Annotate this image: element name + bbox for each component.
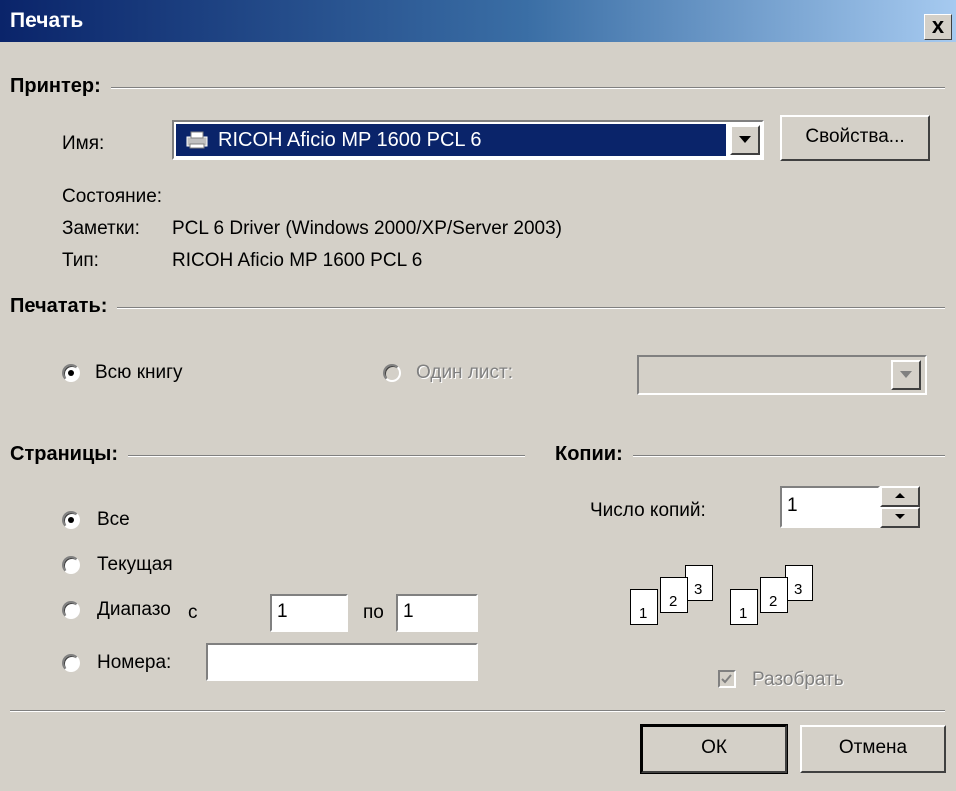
print-group-line: [10, 307, 945, 309]
copies-group-title: Копии:: [555, 443, 633, 466]
cancel-button-label: Отмена: [838, 737, 908, 758]
bottom-separator: [10, 710, 945, 712]
cancel-button[interactable]: Отмена: [800, 725, 946, 773]
printer-group-title: Принтер:: [10, 75, 111, 98]
title-bar[interactable]: Печать x: [0, 0, 956, 42]
properties-button[interactable]: Свойства...: [780, 115, 930, 161]
pages-current-label[interactable]: Текущая: [97, 554, 173, 576]
chevron-down-icon: [900, 371, 912, 378]
status-label: Состояние:: [62, 186, 163, 207]
whole-book-label[interactable]: Всю книгу: [95, 362, 183, 384]
sheet-select[interactable]: [637, 355, 927, 395]
sheet-dropdown-button[interactable]: [891, 360, 921, 390]
dialog-title: Печать: [10, 9, 84, 32]
print-group-title: Печатать:: [10, 295, 118, 318]
range-to-label: по: [363, 602, 384, 623]
type-value: RICOH Aficio MP 1600 PCL 6: [172, 250, 423, 271]
one-sheet-label[interactable]: Один лист:: [416, 362, 513, 384]
ok-button[interactable]: ОК: [640, 724, 788, 774]
chevron-down-icon: [739, 136, 751, 143]
printer-group-line: [10, 87, 945, 89]
chevron-up-icon: [895, 493, 905, 498]
collate-checkbox[interactable]: [718, 670, 736, 688]
pages-current-radio[interactable]: [62, 556, 80, 574]
printer-name-label: Имя:: [62, 133, 105, 154]
collate-label[interactable]: Разобрать: [752, 669, 844, 691]
close-button[interactable]: x: [924, 14, 952, 40]
copies-decrement-button[interactable]: [880, 507, 920, 528]
whole-book-radio[interactable]: [62, 364, 80, 382]
pages-all-radio[interactable]: [62, 511, 80, 529]
page-numbers-input[interactable]: [206, 643, 478, 681]
copies-count-input[interactable]: 1: [780, 486, 880, 528]
copies-count-value: 1: [787, 495, 798, 516]
one-sheet-radio[interactable]: [383, 364, 401, 382]
copies-increment-button[interactable]: [880, 486, 920, 507]
check-icon: [721, 674, 732, 684]
printer-dropdown-button[interactable]: [730, 125, 760, 155]
printer-select[interactable]: RICOH Aficio MP 1600 PCL 6: [172, 120, 764, 160]
printer-icon: [184, 130, 210, 150]
pages-range-label[interactable]: Диапазо: [97, 599, 171, 621]
properties-button-label: Свойства...: [805, 126, 905, 147]
copies-count-label: Число копий:: [590, 500, 706, 521]
type-label: Тип:: [62, 250, 99, 271]
chevron-down-icon: [895, 514, 905, 519]
range-to-input[interactable]: 1: [396, 594, 478, 632]
notes-value: PCL 6 Driver (Windows 2000/XP/Server 200…: [172, 218, 563, 239]
range-from-label: с: [188, 602, 198, 623]
collate-icon: 3 2 1 3 2 1: [625, 565, 825, 645]
pages-range-radio[interactable]: [62, 601, 80, 619]
pages-numbers-radio[interactable]: [62, 654, 80, 672]
close-icon: x: [931, 13, 945, 38]
pages-group-title: Страницы:: [10, 443, 128, 466]
range-from-value: 1: [277, 601, 288, 622]
pages-all-label[interactable]: Все: [97, 509, 130, 531]
printer-name-value: RICOH Aficio MP 1600 PCL 6: [218, 129, 482, 151]
pages-numbers-label[interactable]: Номера:: [97, 652, 171, 674]
ok-button-label: ОК: [701, 737, 727, 758]
range-from-input[interactable]: 1: [270, 594, 348, 632]
range-to-value: 1: [403, 601, 414, 622]
notes-label: Заметки:: [62, 218, 140, 239]
print-dialog: Печать x Принтер: Имя: RICOH Aficio MP 1…: [0, 0, 956, 791]
